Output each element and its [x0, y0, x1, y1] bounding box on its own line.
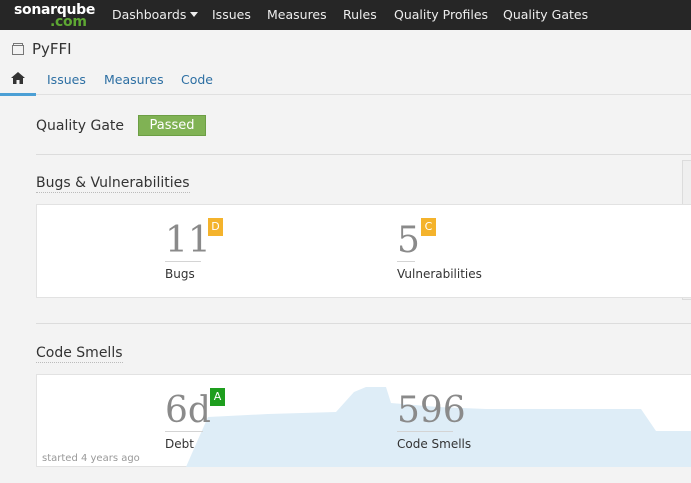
subnav-divider — [0, 94, 691, 95]
nav-dashboards[interactable]: Dashboards — [112, 0, 199, 30]
home-icon[interactable] — [11, 72, 25, 84]
debt-value-underline — [165, 431, 203, 432]
nav-issues[interactable]: Issues — [212, 0, 251, 30]
maintainability-rating-badge[interactable]: A — [210, 388, 225, 406]
tab-issues[interactable]: Issues — [47, 72, 86, 87]
divider — [36, 154, 691, 155]
project-icon — [12, 43, 24, 55]
bugs-label: Bugs — [165, 267, 195, 281]
history-start-note: started 4 years ago — [42, 453, 140, 464]
vulnerabilities-count[interactable]: 5 — [397, 223, 420, 259]
vulnerabilities-rating-badge[interactable]: C — [421, 218, 436, 236]
caret-down-icon — [190, 12, 199, 17]
code-smells-count[interactable]: 596 — [397, 393, 466, 429]
nav-rules[interactable]: Rules — [343, 0, 377, 30]
bugs-count-underline — [165, 261, 201, 262]
bugs-rating-badge[interactable]: D — [208, 218, 223, 236]
top-navbar: sonarqube .com Dashboards Issues Measure… — [0, 0, 691, 30]
debt-label: Debt — [165, 437, 194, 451]
nav-measures[interactable]: Measures — [267, 0, 327, 30]
nav-dashboards-label: Dashboards — [112, 7, 187, 22]
quality-gate-label: Quality Gate — [36, 118, 125, 134]
bugs-vulnerabilities-title[interactable]: Bugs & Vulnerabilities — [36, 175, 190, 193]
divider — [36, 323, 691, 324]
code-smells-count-underline — [397, 431, 453, 432]
sonarqube-logo[interactable]: sonarqube .com — [14, 1, 95, 30]
active-tab-indicator — [0, 93, 36, 96]
debt-value[interactable]: 6d — [165, 393, 211, 429]
code-smells-title[interactable]: Code Smells — [36, 345, 123, 363]
code-smells-label: Code Smells — [397, 437, 472, 451]
tab-measures[interactable]: Measures — [104, 72, 164, 87]
vulnerabilities-label: Vulnerabilities — [397, 267, 482, 281]
nav-quality-gates[interactable]: Quality Gates — [503, 0, 588, 30]
bugs-vulnerabilities-card — [36, 204, 691, 298]
bugs-count[interactable]: 11 — [165, 223, 211, 259]
nav-quality-profiles[interactable]: Quality Profiles — [394, 0, 488, 30]
vulnerabilities-count-underline — [397, 261, 415, 262]
logo-text-secondary: .com — [50, 14, 87, 30]
quality-gate-status-badge[interactable]: Passed — [138, 115, 206, 136]
tab-code[interactable]: Code — [181, 72, 213, 87]
project-title[interactable]: PyFFI — [32, 40, 72, 58]
